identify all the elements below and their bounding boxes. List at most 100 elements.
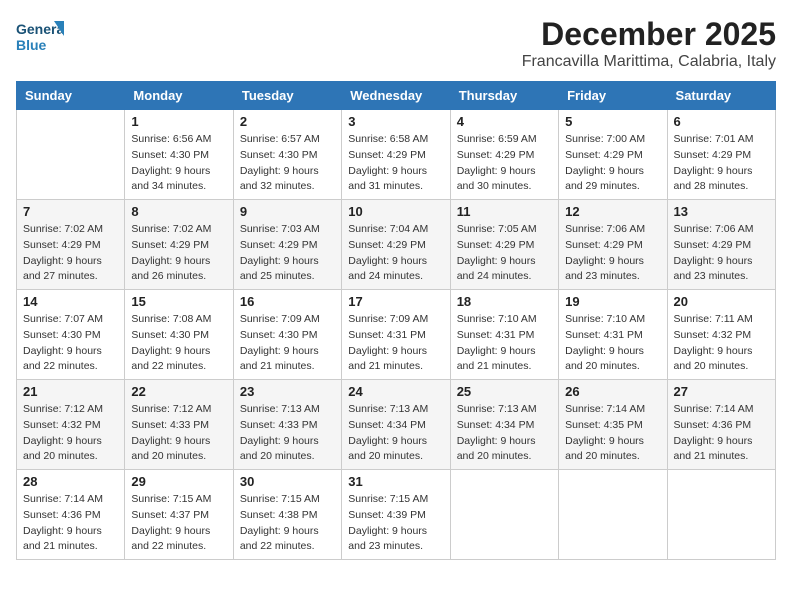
day-number: 18 bbox=[457, 294, 552, 309]
cell-info: Sunrise: 7:09 AMSunset: 4:30 PMDaylight:… bbox=[240, 312, 335, 375]
calendar-cell: 27 Sunrise: 7:14 AMSunset: 4:36 PMDayligh… bbox=[667, 380, 775, 470]
cell-info: Sunrise: 7:14 AMSunset: 4:36 PMDaylight:… bbox=[674, 402, 769, 465]
cell-info: Sunrise: 7:15 AMSunset: 4:38 PMDaylight:… bbox=[240, 492, 335, 555]
day-number: 28 bbox=[23, 474, 118, 489]
cell-info: Sunrise: 7:03 AMSunset: 4:29 PMDaylight:… bbox=[240, 222, 335, 285]
calendar-cell: 14 Sunrise: 7:07 AMSunset: 4:30 PMDayligh… bbox=[17, 290, 125, 380]
cell-info: Sunrise: 7:07 AMSunset: 4:30 PMDaylight:… bbox=[23, 312, 118, 375]
day-number: 8 bbox=[131, 204, 226, 219]
calendar-cell: 26 Sunrise: 7:14 AMSunset: 4:35 PMDayligh… bbox=[559, 380, 667, 470]
cell-info: Sunrise: 7:05 AMSunset: 4:29 PMDaylight:… bbox=[457, 222, 552, 285]
cell-info: Sunrise: 7:09 AMSunset: 4:31 PMDaylight:… bbox=[348, 312, 443, 375]
calendar-table: SundayMondayTuesdayWednesdayThursdayFrid… bbox=[16, 81, 776, 560]
day-of-week-header: Friday bbox=[559, 82, 667, 110]
day-number: 15 bbox=[131, 294, 226, 309]
calendar-cell: 2 Sunrise: 6:57 AMSunset: 4:30 PMDaylight… bbox=[233, 110, 341, 200]
day-number: 21 bbox=[23, 384, 118, 399]
day-number: 23 bbox=[240, 384, 335, 399]
calendar-cell: 10 Sunrise: 7:04 AMSunset: 4:29 PMDayligh… bbox=[342, 200, 450, 290]
calendar-cell: 1 Sunrise: 6:56 AMSunset: 4:30 PMDaylight… bbox=[125, 110, 233, 200]
day-of-week-header: Sunday bbox=[17, 82, 125, 110]
calendar-cell: 15 Sunrise: 7:08 AMSunset: 4:30 PMDayligh… bbox=[125, 290, 233, 380]
day-number: 27 bbox=[674, 384, 769, 399]
cell-info: Sunrise: 7:13 AMSunset: 4:34 PMDaylight:… bbox=[457, 402, 552, 465]
day-number: 4 bbox=[457, 114, 552, 129]
calendar-cell: 21 Sunrise: 7:12 AMSunset: 4:32 PMDayligh… bbox=[17, 380, 125, 470]
cell-info: Sunrise: 6:56 AMSunset: 4:30 PMDaylight:… bbox=[131, 132, 226, 195]
location: Francavilla Marittima, Calabria, Italy bbox=[522, 53, 776, 71]
calendar-week-row: 21 Sunrise: 7:12 AMSunset: 4:32 PMDayligh… bbox=[17, 380, 776, 470]
calendar-cell: 9Sunrise: 7:03 AMSunset: 4:29 PMDaylight… bbox=[233, 200, 341, 290]
day-number: 20 bbox=[674, 294, 769, 309]
calendar-cell: 7 Sunrise: 7:02 AMSunset: 4:29 PMDaylight… bbox=[17, 200, 125, 290]
calendar-cell: 20 Sunrise: 7:11 AMSunset: 4:32 PMDayligh… bbox=[667, 290, 775, 380]
cell-info: Sunrise: 7:01 AMSunset: 4:29 PMDaylight:… bbox=[674, 132, 769, 195]
day-number: 6 bbox=[674, 114, 769, 129]
calendar-cell: 5Sunrise: 7:00 AMSunset: 4:29 PMDaylight… bbox=[559, 110, 667, 200]
calendar-cell: 24 Sunrise: 7:13 AMSunset: 4:34 PMDayligh… bbox=[342, 380, 450, 470]
cell-info: Sunrise: 7:10 AMSunset: 4:31 PMDaylight:… bbox=[457, 312, 552, 375]
calendar-week-row: 14 Sunrise: 7:07 AMSunset: 4:30 PMDayligh… bbox=[17, 290, 776, 380]
cell-info: Sunrise: 7:15 AMSunset: 4:37 PMDaylight:… bbox=[131, 492, 226, 555]
day-number: 16 bbox=[240, 294, 335, 309]
day-number: 10 bbox=[348, 204, 443, 219]
header: General Blue December 2025 Francavilla M… bbox=[16, 16, 776, 71]
cell-info: Sunrise: 7:08 AMSunset: 4:30 PMDaylight:… bbox=[131, 312, 226, 375]
calendar-cell: 19 Sunrise: 7:10 AMSunset: 4:31 PMDayligh… bbox=[559, 290, 667, 380]
day-number: 12 bbox=[565, 204, 660, 219]
cell-info: Sunrise: 7:14 AMSunset: 4:35 PMDaylight:… bbox=[565, 402, 660, 465]
cell-info: Sunrise: 7:02 AMSunset: 4:29 PMDaylight:… bbox=[23, 222, 118, 285]
day-number: 19 bbox=[565, 294, 660, 309]
cell-info: Sunrise: 7:06 AMSunset: 4:29 PMDaylight:… bbox=[674, 222, 769, 285]
day-number: 17 bbox=[348, 294, 443, 309]
day-number: 25 bbox=[457, 384, 552, 399]
cell-info: Sunrise: 7:15 AMSunset: 4:39 PMDaylight:… bbox=[348, 492, 443, 555]
calendar-cell: 13 Sunrise: 7:06 AMSunset: 4:29 PMDayligh… bbox=[667, 200, 775, 290]
cell-info: Sunrise: 7:10 AMSunset: 4:31 PMDaylight:… bbox=[565, 312, 660, 375]
day-number: 11 bbox=[457, 204, 552, 219]
cell-info: Sunrise: 7:12 AMSunset: 4:32 PMDaylight:… bbox=[23, 402, 118, 465]
day-of-week-header: Wednesday bbox=[342, 82, 450, 110]
calendar-cell: 28 Sunrise: 7:14 AMSunset: 4:36 PMDayligh… bbox=[17, 470, 125, 560]
title-section: December 2025 Francavilla Marittima, Cal… bbox=[522, 16, 776, 71]
calendar-header-row: SundayMondayTuesdayWednesdayThursdayFrid… bbox=[17, 82, 776, 110]
calendar-cell: 11 Sunrise: 7:05 AMSunset: 4:29 PMDayligh… bbox=[450, 200, 558, 290]
day-number: 14 bbox=[23, 294, 118, 309]
cell-info: Sunrise: 7:13 AMSunset: 4:33 PMDaylight:… bbox=[240, 402, 335, 465]
day-number: 30 bbox=[240, 474, 335, 489]
calendar-cell: 17 Sunrise: 7:09 AMSunset: 4:31 PMDayligh… bbox=[342, 290, 450, 380]
cell-info: Sunrise: 6:57 AMSunset: 4:30 PMDaylight:… bbox=[240, 132, 335, 195]
day-of-week-header: Monday bbox=[125, 82, 233, 110]
calendar-week-row: 28 Sunrise: 7:14 AMSunset: 4:36 PMDayligh… bbox=[17, 470, 776, 560]
cell-info: Sunrise: 7:13 AMSunset: 4:34 PMDaylight:… bbox=[348, 402, 443, 465]
day-number: 7 bbox=[23, 204, 118, 219]
calendar-cell: 30 Sunrise: 7:15 AMSunset: 4:38 PMDayligh… bbox=[233, 470, 341, 560]
calendar-cell: 29Sunrise: 7:15 AMSunset: 4:37 PMDayligh… bbox=[125, 470, 233, 560]
day-number: 26 bbox=[565, 384, 660, 399]
logo-icon: General Blue bbox=[16, 16, 64, 56]
cell-info: Sunrise: 7:12 AMSunset: 4:33 PMDaylight:… bbox=[131, 402, 226, 465]
cell-info: Sunrise: 7:02 AMSunset: 4:29 PMDaylight:… bbox=[131, 222, 226, 285]
day-of-week-header: Tuesday bbox=[233, 82, 341, 110]
cell-info: Sunrise: 7:14 AMSunset: 4:36 PMDaylight:… bbox=[23, 492, 118, 555]
day-of-week-header: Saturday bbox=[667, 82, 775, 110]
calendar-cell: 22Sunrise: 7:12 AMSunset: 4:33 PMDayligh… bbox=[125, 380, 233, 470]
day-number: 31 bbox=[348, 474, 443, 489]
day-number: 1 bbox=[131, 114, 226, 129]
calendar-cell: 23 Sunrise: 7:13 AMSunset: 4:33 PMDayligh… bbox=[233, 380, 341, 470]
cell-info: Sunrise: 6:58 AMSunset: 4:29 PMDaylight:… bbox=[348, 132, 443, 195]
calendar-cell: 16 Sunrise: 7:09 AMSunset: 4:30 PMDayligh… bbox=[233, 290, 341, 380]
cell-info: Sunrise: 7:04 AMSunset: 4:29 PMDaylight:… bbox=[348, 222, 443, 285]
calendar-cell bbox=[559, 470, 667, 560]
day-number: 2 bbox=[240, 114, 335, 129]
calendar-cell bbox=[667, 470, 775, 560]
cell-info: Sunrise: 7:11 AMSunset: 4:32 PMDaylight:… bbox=[674, 312, 769, 375]
month-year: December 2025 bbox=[522, 16, 776, 53]
cell-info: Sunrise: 6:59 AMSunset: 4:29 PMDaylight:… bbox=[457, 132, 552, 195]
calendar-cell: 3Sunrise: 6:58 AMSunset: 4:29 PMDaylight… bbox=[342, 110, 450, 200]
day-number: 24 bbox=[348, 384, 443, 399]
day-number: 13 bbox=[674, 204, 769, 219]
calendar-week-row: 7 Sunrise: 7:02 AMSunset: 4:29 PMDaylight… bbox=[17, 200, 776, 290]
svg-text:Blue: Blue bbox=[16, 37, 47, 53]
calendar-cell: 6 Sunrise: 7:01 AMSunset: 4:29 PMDaylight… bbox=[667, 110, 775, 200]
